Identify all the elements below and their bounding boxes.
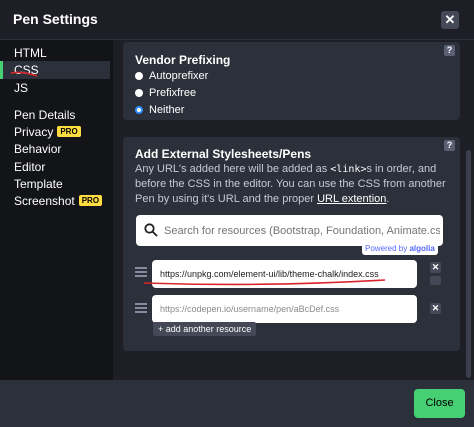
drag-handle-icon[interactable] [135,267,147,277]
powered-by-algolia: Powered by algolia [362,243,438,255]
sidebar-item-js[interactable]: JS [0,79,110,97]
radio-unchecked-icon [135,72,143,80]
close-button[interactable]: Close [414,389,465,418]
external-stylesheets-description: Any URL's added here will be added as <l… [135,162,447,207]
search-icon [144,223,158,237]
powered-by-text: Powered by [365,244,410,253]
sidebar-item-label: Behavior [14,142,62,156]
sidebar-item-template[interactable]: Template [0,175,110,193]
external-stylesheets-title: Add External Stylesheets/Pens [135,147,312,161]
resource-search-box[interactable] [136,215,443,246]
radio-unchecked-icon [135,89,143,97]
sidebar-item-behavior[interactable]: Behavior [0,140,110,158]
pro-badge: PRO [78,195,103,207]
sidebar-item-label: Editor [14,160,46,174]
pro-badge: PRO [57,126,81,138]
sidebar-item-html[interactable]: HTML [0,44,110,62]
description-text: . [386,193,390,205]
close-icon[interactable]: ✕ [441,11,459,29]
sidebar-item-screenshot[interactable]: Screenshot PRO [0,192,110,210]
radio-checked-icon [135,106,143,114]
remove-resource-icon[interactable]: ✕ [430,262,441,273]
sidebar-item-privacy[interactable]: Privacy PRO [0,123,110,141]
drag-handle-icon[interactable] [135,303,147,313]
sidebar-item-label: Screenshot [14,194,75,208]
description-text: Any URL's added here will be added as [135,163,331,175]
sidebar-item-label: HTML [14,46,47,60]
vendor-prefixing-title: Vendor Prefixing [135,53,231,67]
modal-footer [0,380,474,427]
sidebar-item-pen-details[interactable]: Pen Details [0,106,110,124]
red-underline-annotation [143,279,386,286]
search-input[interactable] [164,215,440,246]
remove-resource-icon[interactable]: ✕ [430,303,441,314]
help-icon[interactable]: ? [444,140,455,151]
external-stylesheets-panel: Add External Stylesheets/Pens ? Any URL'… [123,137,460,351]
modal-title: Pen Settings [13,11,98,27]
radio-label: Autoprefixer [149,70,209,82]
algolia-logo: algolia [409,244,435,253]
view-resource-icon[interactable] [430,276,441,285]
radio-label: Prefixfree [149,87,197,99]
radio-label: Neither [149,104,185,116]
vendor-prefixing-panel: Vendor Prefixing ? Autoprefixer Prefixfr… [123,42,460,120]
add-another-resource-button[interactable]: + add another resource [153,322,257,336]
red-annotation-stroke [10,71,38,77]
sidebar-item-label: JS [14,81,29,95]
sidebar-item-editor[interactable]: Editor [0,158,110,176]
help-icon[interactable]: ? [444,45,455,56]
resource-input[interactable]: https://codepen.io/username/pen/aBcDef.c… [152,295,417,323]
sidebar-item-label: Template [14,177,63,191]
sidebar-item-label: Privacy [14,125,54,139]
link-tag-code: <link> [330,164,367,175]
url-extension-link[interactable]: URL extention [317,193,386,205]
scrollbar[interactable] [466,150,471,378]
modal-header: Pen Settings ✕ [0,0,474,40]
sidebar-item-label: Pen Details [14,108,76,122]
